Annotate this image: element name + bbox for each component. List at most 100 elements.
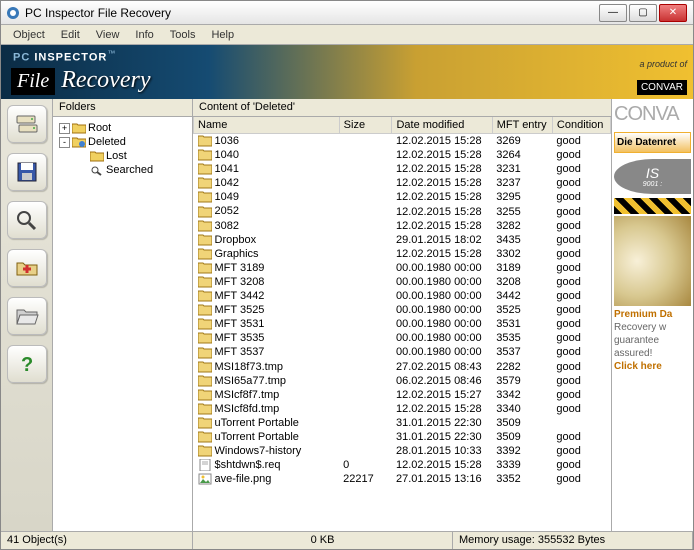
ad-convar: CONVA (614, 103, 691, 126)
main-pane: Content of 'Deleted' NameSizeDate modifi… (193, 99, 611, 531)
file-list-scroll[interactable]: NameSizeDate modifiedMFT entryCondition … (193, 117, 611, 531)
close-button[interactable]: ✕ (659, 4, 687, 22)
folder-icon (198, 304, 212, 316)
tree-item-lost[interactable]: Lost (57, 149, 188, 163)
column-condition[interactable]: Condition (552, 117, 610, 134)
column-headers: NameSizeDate modifiedMFT entryCondition (194, 117, 611, 134)
folder-icon (198, 347, 212, 359)
menu-info[interactable]: Info (127, 27, 161, 43)
folder-recycle-icon (72, 137, 86, 148)
minimize-button[interactable]: — (599, 4, 627, 22)
tree-item-searched[interactable]: Searched (57, 163, 188, 177)
ad-iso-text: IS (646, 165, 659, 181)
folder-icon (198, 431, 212, 443)
menu-help[interactable]: Help (203, 27, 242, 43)
folders-pane: Folders +Root - DeletedLostSearched (53, 99, 193, 531)
svg-text:?: ? (21, 354, 33, 375)
ad-iso-small: 9001 : (616, 181, 689, 188)
table-row[interactable]: ave-file.png2221727.01.2015 13:163352goo… (194, 472, 611, 486)
file-list-container: NameSizeDate modifiedMFT entryCondition … (193, 117, 611, 531)
tree-item-root[interactable]: +Root (57, 121, 188, 135)
table-row[interactable]: $shtdwn$.req012.02.2015 15:283339good (194, 458, 611, 472)
sidebar: ? (1, 99, 53, 531)
folder-icon (198, 163, 212, 175)
folder-icon (90, 151, 104, 162)
status-objects: 41 Object(s) (1, 532, 193, 549)
open-button[interactable] (7, 297, 47, 335)
ad-image (614, 216, 691, 306)
table-row[interactable]: Dropbox29.01.2015 18:023435good (194, 233, 611, 247)
drives-button[interactable] (7, 105, 47, 143)
column-name[interactable]: Name (194, 117, 340, 134)
table-row[interactable]: MSI18f73.tmp27.02.2015 08:432282good (194, 360, 611, 374)
folder-icon (198, 135, 212, 147)
tree-item-deleted[interactable]: - Deleted (57, 135, 188, 149)
folder-icon (198, 290, 212, 302)
table-row[interactable]: uTorrent Portable31.01.2015 22:303509goo… (194, 430, 611, 444)
banner-brand: PC INSPECTOR™ (13, 49, 116, 64)
expander-icon[interactable]: + (59, 123, 70, 134)
folder-icon (198, 332, 212, 344)
table-row[interactable]: MSIcf8fd.tmp12.02.2015 15:283340good (194, 402, 611, 416)
folder-icon (198, 234, 212, 246)
table-row[interactable]: Windows7-history28.01.2015 10:333392good (194, 444, 611, 458)
table-row[interactable]: MFT 344200.00.1980 00:003442good (194, 289, 611, 303)
column-date-modified[interactable]: Date modified (392, 117, 492, 134)
menu-object[interactable]: Object (5, 27, 53, 43)
folder-icon (72, 123, 86, 134)
save-button[interactable] (7, 153, 47, 191)
folder-icon (198, 191, 212, 203)
menu-tools[interactable]: Tools (162, 27, 204, 43)
menubar: ObjectEditViewInfoToolsHelp (1, 25, 693, 45)
table-row[interactable]: MFT 353500.00.1980 00:003535good (194, 331, 611, 345)
folder-tree: +Root - DeletedLostSearched (53, 117, 192, 181)
banner-filerecovery: File Recovery (11, 67, 150, 95)
banner-inspector: INSPECTOR (30, 52, 107, 64)
ad-content: CONVA Die Datenret IS9001 : Premium DaRe… (612, 99, 693, 377)
table-row[interactable]: 104012.02.2015 15:283264good (194, 148, 611, 162)
table-row[interactable]: 308212.02.2015 15:283282good (194, 219, 611, 233)
menu-edit[interactable]: Edit (53, 27, 88, 43)
content-header: Content of 'Deleted' (193, 99, 611, 117)
table-row[interactable]: MSI65a77.tmp06.02.2015 08:463579good (194, 374, 611, 388)
folder-icon (198, 375, 212, 387)
menu-view[interactable]: View (88, 27, 128, 43)
folders-header: Folders (53, 99, 192, 117)
table-row[interactable]: 103612.02.2015 15:283269good (194, 134, 611, 149)
table-row[interactable]: MFT 353100.00.1980 00:003531good (194, 317, 611, 331)
table-row[interactable]: uTorrent Portable31.01.2015 22:303509 (194, 416, 611, 430)
table-row[interactable]: MFT 320800.00.1980 00:003208good (194, 275, 611, 289)
table-row[interactable]: MFT 318900.00.1980 00:003189good (194, 261, 611, 275)
banner-file: File (11, 68, 55, 95)
folder-icon (198, 262, 212, 274)
recover-button[interactable] (7, 249, 47, 287)
column-size[interactable]: Size (339, 117, 392, 134)
folder-icon (198, 149, 212, 161)
titlebar: PC Inspector File Recovery — ▢ ✕ (1, 1, 693, 25)
statusbar: 41 Object(s) 0 KB Memory usage: 355532 B… (1, 531, 693, 549)
column-mft-entry[interactable]: MFT entry (492, 117, 552, 134)
banner-convar: CONVAR (637, 80, 687, 95)
expander-icon[interactable]: - (59, 137, 70, 148)
maximize-button[interactable]: ▢ (629, 4, 657, 22)
status-size: 0 KB (193, 532, 453, 549)
ad-daten: Die Datenret (617, 137, 676, 148)
folder-icon (198, 220, 212, 232)
banner: PC INSPECTOR™ File Recovery a product of… (1, 45, 693, 99)
table-row[interactable]: 104212.02.2015 15:283237good (194, 176, 611, 190)
search-button[interactable] (7, 201, 47, 239)
table-row[interactable]: 104912.02.2015 15:283295good (194, 190, 611, 204)
table-row[interactable]: 104112.02.2015 15:283231good (194, 162, 611, 176)
help-button[interactable]: ? (7, 345, 47, 383)
folder-icon (198, 403, 212, 415)
table-row[interactable]: MSIcf8f7.tmp12.02.2015 15:273342good (194, 388, 611, 402)
table-row[interactable]: MFT 353700.00.1980 00:003537good (194, 345, 611, 359)
table-row[interactable]: Graphics12.02.2015 15:283302good (194, 247, 611, 261)
table-row[interactable]: 205212.02.2015 15:283255good (194, 204, 611, 218)
folder-icon (198, 177, 212, 189)
ad-pane: CONVA Die Datenret IS9001 : Premium DaRe… (611, 99, 693, 531)
tree-label: Deleted (88, 136, 126, 148)
search-icon (90, 165, 104, 176)
content-area: ? Folders +Root - DeletedLostSearched Cont… (1, 99, 693, 531)
table-row[interactable]: MFT 352500.00.1980 00:003525good (194, 303, 611, 317)
